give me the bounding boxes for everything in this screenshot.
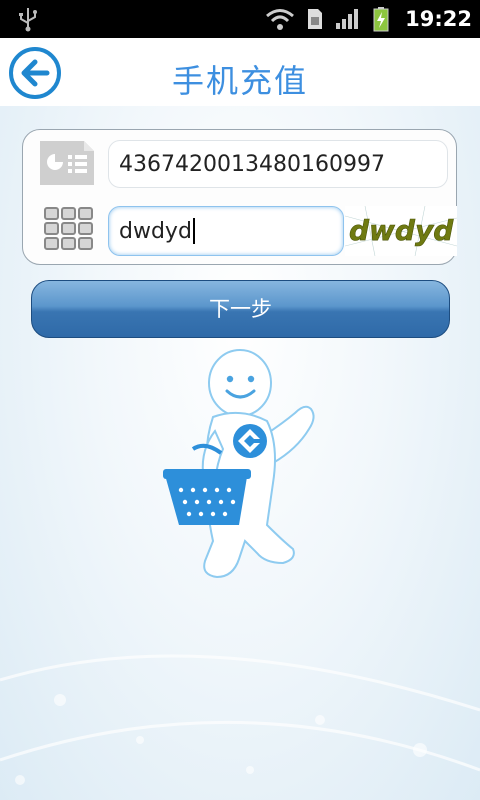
status-bar: 19:22 bbox=[0, 0, 480, 38]
contact-card-icon bbox=[40, 141, 94, 185]
signal-icon bbox=[336, 9, 359, 29]
phone-number-input[interactable]: 4367420013480160997 bbox=[108, 140, 448, 188]
battery-charging-icon bbox=[373, 7, 389, 32]
recharge-form: 4367420013480160997 dwdyd dwdyd bbox=[22, 129, 457, 265]
captcha-value: dwdyd bbox=[119, 218, 192, 244]
keypad-icon bbox=[44, 207, 93, 250]
mascot-illustration bbox=[163, 349, 315, 579]
usb-icon bbox=[19, 8, 37, 32]
text-cursor bbox=[192, 218, 195, 244]
page-title: 手机充值 bbox=[171, 62, 308, 100]
captcha-image[interactable]: dwdyd bbox=[345, 206, 457, 256]
next-step-button[interactable]: 下一步 bbox=[31, 280, 450, 338]
sim-icon bbox=[308, 9, 323, 29]
header: 手机充值 bbox=[0, 38, 480, 106]
captcha-input[interactable]: dwdyd bbox=[108, 206, 344, 256]
background-decoration bbox=[0, 654, 480, 785]
wifi-icon bbox=[266, 9, 295, 30]
captcha-image-text: dwdyd bbox=[349, 214, 454, 247]
phone-number-value: 4367420013480160997 bbox=[119, 151, 385, 177]
status-time: 19:22 bbox=[405, 7, 472, 31]
